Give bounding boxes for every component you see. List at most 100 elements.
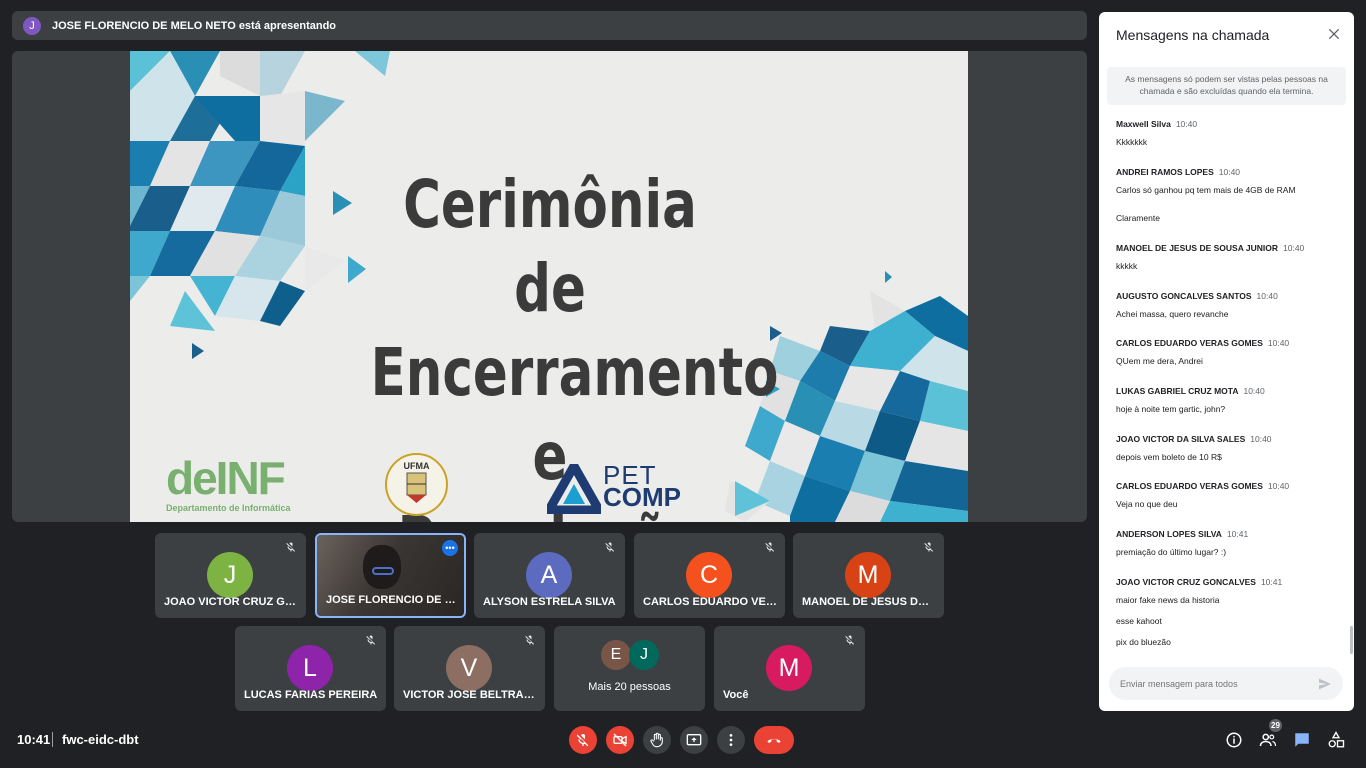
avatar: E [601,640,631,670]
slide-title-line-1: Cerimônia de [403,166,697,327]
presentation-slide: Cerimônia de Encerramento e Premiação de… [130,51,968,522]
participant-name: ALYSON ESTRELA SILVA [483,596,616,608]
message-sender: AUGUSTO GONCALVES SANTOS [1116,291,1252,301]
message-time: 10:40 [1175,119,1198,129]
chat-message: MANOEL DE JESUS DE SOUSA JUNIOR 10:40 kkk… [1116,238,1344,271]
self-tile[interactable]: M Você [714,626,865,711]
info-icon [1226,732,1242,748]
participant-name: CARLOS EDUARDO VERAS GOMES [643,596,777,608]
mic-off-icon [366,635,375,645]
message-sender: ANDERSON LOPES SILVA [1116,529,1222,539]
mic-off-icon [765,542,774,552]
more-options-icon[interactable]: ••• [442,540,458,556]
more-participants-tile[interactable]: E J Mais 20 pessoas [554,626,705,711]
message-text: depois vem boleto de 10 R$ [1116,452,1222,462]
pet-comp-icon [547,464,601,514]
meeting-time: 10:41 [17,732,51,747]
microphone-toggle-button[interactable] [569,726,597,754]
chat-message: ANDREI RAMOS LOPES 10:40 Carlos só ganhou… [1116,162,1344,223]
avatar: V [446,645,492,691]
chat-message: CARLOS EDUARDO VERAS GOMES 10:40 QUem me … [1116,333,1344,366]
chat-icon [1295,733,1309,747]
message-text: Veja no que deu [1116,499,1178,509]
divider [52,732,53,747]
participant-tile[interactable]: C CARLOS EDUARDO VERAS GOMES [634,533,785,618]
activities-icon [1328,731,1345,748]
message-text: hoje à noite tem gartic, john? [1116,404,1226,414]
chat-message: ANDERSON LOPES SILVA 10:41 premiação do ú… [1116,524,1344,557]
participant-tile-presenter[interactable]: ••• JOSE FLORENCIO DE MELO NETO [315,533,466,618]
message-text: esse kahoot [1116,616,1162,626]
more-options-button[interactable] [717,726,745,754]
people-icon [1259,733,1277,747]
camera-off-icon [613,733,627,747]
participant-tile[interactable]: M MANOEL DE JESUS DE SOUSA JUNIOR [793,533,944,618]
participant-count-badge: 29 [1269,719,1282,732]
camera-toggle-button[interactable] [606,726,634,754]
presentation-stage[interactable]: Cerimônia de Encerramento e Premiação de… [12,51,1087,522]
comp-logo-text: COMP [603,482,681,512]
chat-message: Maxwell Silva 10:40 Kkkkkkk [1116,114,1344,147]
message-time: 10:40 [1250,434,1272,444]
presenter-text: JOSE FLORENCIO DE MELO NETO está apresen… [52,19,337,32]
message-sender: JOAO VICTOR CRUZ GONCALVES [1116,577,1256,587]
message-time: 10:40 [1256,291,1278,301]
mic-off-icon [605,542,614,552]
more-participants-label: Mais 20 pessoas [588,681,671,693]
participant-name: Você [723,689,749,701]
participant-tile[interactable]: V VICTOR JOSE BELTRAO ALMEIDA [394,626,545,711]
message-text: Achei massa, quero revanche [1116,309,1229,319]
message-text: Kkkkkkk [1116,137,1148,147]
message-time: 10:41 [1260,577,1283,587]
avatar: M [766,645,812,691]
close-icon[interactable] [1326,26,1342,42]
avatar: J [629,640,659,670]
more-vert-icon [729,734,733,746]
chat-scrollbar[interactable] [1350,626,1353,654]
message-time: 10:40 [1243,386,1265,396]
chat-button[interactable] [1292,730,1312,750]
chat-message: AUGUSTO GONCALVES SANTOS 10:40 Achei mass… [1116,286,1344,319]
participant-name: LUCAS FARIAS PEREIRA [244,689,378,701]
chat-message: CARLOS EDUARDO VERAS GOMES 10:40 Veja no … [1116,476,1344,509]
ufma-seal-logo: UFMA [385,453,448,516]
send-icon[interactable] [1317,676,1333,692]
message-time: 10:40 [1283,243,1305,253]
chat-notice: As mensagens só podem ser vistas pelas p… [1107,67,1346,105]
mic-off-icon [576,733,589,747]
chat-message-input[interactable] [1109,667,1343,700]
activities-button[interactable] [1326,730,1346,750]
participant-tile[interactable]: J JOAO VICTOR CRUZ GONCALVES [155,533,306,618]
raise-hand-icon [650,732,663,748]
meeting-code: fwc-eidc-dbt [62,732,139,747]
message-text: maior fake news da historia [1116,595,1220,605]
presenter-avatar: J [23,16,41,35]
meeting-details-button[interactable] [1224,730,1244,750]
chat-panel: Mensagens na chamada As mensagens só pod… [1099,12,1354,711]
avatar: M [845,552,891,598]
mic-off-icon [286,542,295,552]
pet-comp-logo: PET COMP [547,460,692,515]
mic-off-icon [525,635,534,645]
people-button[interactable] [1258,730,1278,750]
participant-tile[interactable]: A ALYSON ESTRELA SILVA [474,533,625,618]
avatar: J [207,552,253,598]
avatar: A [526,552,572,598]
raise-hand-button[interactable] [643,726,671,754]
message-sender: JOAO VICTOR DA SILVA SALES [1116,434,1246,444]
message-text: premiação do último lugar? :) [1116,547,1227,557]
avatar: L [287,645,333,691]
message-sender: CARLOS EDUARDO VERAS GOMES [1116,481,1263,491]
leave-call-button[interactable] [754,726,794,754]
deinf-logo-subtitle: Departamento de Informática [166,503,291,513]
message-sender: ANDREI RAMOS LOPES [1116,167,1214,177]
message-text: kkkkk [1116,261,1138,271]
message-text: pix do bluezão [1116,637,1171,647]
avatar: C [686,552,732,598]
ufma-seal-icon [406,472,427,503]
participant-name: MANOEL DE JESUS DE SOUSA JUNIOR [802,596,936,608]
participant-name: JOSE FLORENCIO DE MELO NETO [326,594,460,606]
participant-tile[interactable]: L LUCAS FARIAS PEREIRA [235,626,386,711]
message-text: QUem me dera, Andrei [1116,356,1203,366]
present-now-button[interactable] [680,726,708,754]
